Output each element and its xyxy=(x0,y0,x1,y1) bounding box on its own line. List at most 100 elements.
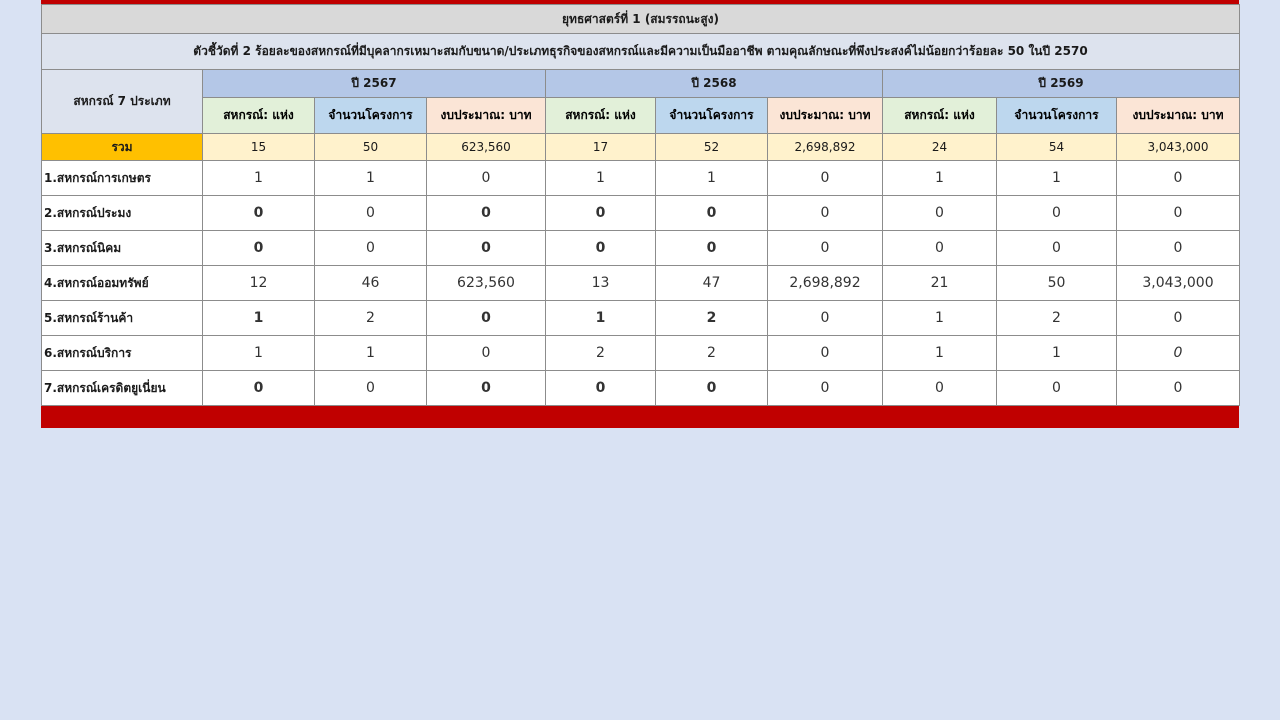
data-cell[interactable]: 0 xyxy=(767,300,883,336)
data-cell[interactable]: 47 xyxy=(655,265,768,301)
data-cell[interactable]: 1 xyxy=(545,300,656,336)
data-cell[interactable]: 0 xyxy=(1115,370,1241,406)
data-cell[interactable]: 0 xyxy=(767,230,883,266)
data-cell[interactable]: 46 xyxy=(314,265,427,301)
col-header-coops[interactable]: สหกรณ์: แห่ง xyxy=(882,97,997,134)
data-cell[interactable]: 0 xyxy=(655,195,768,231)
row-label[interactable]: 4.สหกรณ์ออมทรัพย์ xyxy=(41,265,203,301)
data-cell[interactable]: 2 xyxy=(996,300,1117,336)
year-header-2567[interactable]: ปี 2567 xyxy=(202,69,546,98)
col-header-coops[interactable]: สหกรณ์: แห่ง xyxy=(545,97,656,134)
col-header-coops[interactable]: สหกรณ์: แห่ง xyxy=(202,97,315,134)
total-cell[interactable]: 15 xyxy=(202,133,315,161)
data-cell[interactable]: 2,698,892 xyxy=(767,265,883,301)
data-cell[interactable]: 1 xyxy=(996,160,1117,196)
col-header-projects[interactable]: จำนวนโครงการ xyxy=(314,97,427,134)
data-cell[interactable]: 1 xyxy=(202,335,315,371)
row-label[interactable]: 6.สหกรณ์บริการ xyxy=(41,335,203,371)
data-cell[interactable]: 0 xyxy=(202,370,315,406)
data-cell[interactable]: 0 xyxy=(426,335,546,371)
data-cell[interactable]: 0 xyxy=(1115,230,1241,266)
data-cell[interactable]: 12 xyxy=(202,265,315,301)
data-cell[interactable]: 0 xyxy=(545,370,656,406)
data-cell[interactable]: 13 xyxy=(545,265,656,301)
data-cell[interactable]: 50 xyxy=(996,265,1117,301)
total-cell[interactable]: 17 xyxy=(545,133,656,161)
data-cell[interactable]: 1 xyxy=(314,335,427,371)
data-cell[interactable]: 2 xyxy=(545,335,656,371)
row-label[interactable]: 1.สหกรณ์การเกษตร xyxy=(41,160,203,196)
table-title[interactable]: ยุทธศาสตร์ที่ 1 (สมรรถนะสูง) xyxy=(40,4,1241,34)
year-header-2568[interactable]: ปี 2568 xyxy=(545,69,883,98)
data-cell[interactable]: 0 xyxy=(882,370,997,406)
data-cell[interactable]: 1 xyxy=(655,160,768,196)
data-cell[interactable]: 0 xyxy=(996,230,1117,266)
total-cell[interactable]: 54 xyxy=(996,133,1117,161)
data-cell[interactable]: 0 xyxy=(1115,195,1241,231)
data-cell[interactable]: 0 xyxy=(655,230,768,266)
data-cell[interactable]: 0 xyxy=(1115,160,1241,196)
col-header-projects[interactable]: จำนวนโครงการ xyxy=(996,97,1117,134)
data-cell[interactable]: 1 xyxy=(314,160,427,196)
row-label[interactable]: 3.สหกรณ์นิคม xyxy=(41,230,203,266)
total-cell[interactable]: 2,698,892 xyxy=(767,133,883,161)
year-header-2569[interactable]: ปี 2569 xyxy=(881,69,1241,98)
data-cell[interactable]: 2 xyxy=(655,335,768,371)
data-cell[interactable]: 623,560 xyxy=(426,265,546,301)
total-cell[interactable]: 3,043,000 xyxy=(1115,133,1241,161)
data-table: ยุทธศาสตร์ที่ 1 (สมรรถนะสูง) ตัวชี้วัดที… xyxy=(40,4,1241,406)
data-cell[interactable]: 1 xyxy=(882,160,997,196)
data-cell[interactable]: 0 xyxy=(1115,335,1241,371)
data-cell[interactable]: 0 xyxy=(426,230,546,266)
table-subtitle[interactable]: ตัวชี้วัดที่ 2 ร้อยละของสหกรณ์ที่มีบุคลา… xyxy=(40,33,1241,70)
total-cell[interactable]: 52 xyxy=(655,133,768,161)
total-cell[interactable]: 50 xyxy=(314,133,427,161)
data-cell[interactable]: 0 xyxy=(426,195,546,231)
data-cell[interactable]: 1 xyxy=(202,160,315,196)
col-header-projects[interactable]: จำนวนโครงการ xyxy=(655,97,768,134)
data-cell[interactable]: 3,043,000 xyxy=(1115,265,1241,301)
data-cell[interactable]: 0 xyxy=(882,230,997,266)
data-cell[interactable]: 2 xyxy=(655,300,768,336)
table-row: 1.สหกรณ์การเกษตร 1 1 0 1 1 0 1 1 0 xyxy=(41,160,1241,196)
total-cell[interactable]: 623,560 xyxy=(426,133,546,161)
row-label[interactable]: 5.สหกรณ์ร้านค้า xyxy=(41,300,203,336)
data-cell[interactable]: 0 xyxy=(314,230,427,266)
col-header-budget[interactable]: งบประมาณ: บาท xyxy=(767,97,883,134)
table-row: 5.สหกรณ์ร้านค้า 1 2 0 1 2 0 1 2 0 xyxy=(41,300,1241,336)
data-cell[interactable]: 0 xyxy=(202,195,315,231)
data-cell[interactable]: 1 xyxy=(882,335,997,371)
data-cell[interactable]: 0 xyxy=(314,370,427,406)
data-cell[interactable]: 2 xyxy=(314,300,427,336)
data-cell[interactable]: 0 xyxy=(426,300,546,336)
data-cell[interactable]: 0 xyxy=(202,230,315,266)
category-header[interactable]: สหกรณ์ 7 ประเภท xyxy=(41,69,203,134)
data-cell[interactable]: 0 xyxy=(426,370,546,406)
col-header-budget[interactable]: งบประมาณ: บาท xyxy=(1115,97,1241,134)
data-cell[interactable]: 1 xyxy=(996,335,1117,371)
row-label[interactable]: 2.สหกรณ์ประมง xyxy=(41,195,203,231)
data-cell[interactable]: 0 xyxy=(655,370,768,406)
total-row: รวม 15 50 623,560 17 52 2,698,892 24 54 … xyxy=(41,133,1241,161)
data-cell[interactable]: 1 xyxy=(882,300,997,336)
data-cell[interactable]: 0 xyxy=(767,370,883,406)
data-cell[interactable]: 0 xyxy=(545,230,656,266)
table-row: 7.สหกรณ์เครดิตยูเนี่ยน 0 0 0 0 0 0 0 0 0 xyxy=(41,370,1241,406)
data-cell[interactable]: 0 xyxy=(545,195,656,231)
data-cell[interactable]: 1 xyxy=(545,160,656,196)
data-cell[interactable]: 1 xyxy=(202,300,315,336)
data-cell[interactable]: 0 xyxy=(767,195,883,231)
data-cell[interactable]: 0 xyxy=(1115,300,1241,336)
data-cell[interactable]: 21 xyxy=(882,265,997,301)
row-label[interactable]: 7.สหกรณ์เครดิตยูเนี่ยน xyxy=(41,370,203,406)
data-cell[interactable]: 0 xyxy=(882,195,997,231)
data-cell[interactable]: 0 xyxy=(767,335,883,371)
col-header-budget[interactable]: งบประมาณ: บาท xyxy=(426,97,546,134)
data-cell[interactable]: 0 xyxy=(996,370,1117,406)
data-cell[interactable]: 0 xyxy=(314,195,427,231)
data-cell[interactable]: 0 xyxy=(767,160,883,196)
total-label[interactable]: รวม xyxy=(41,133,203,161)
data-cell[interactable]: 0 xyxy=(996,195,1117,231)
data-cell[interactable]: 0 xyxy=(426,160,546,196)
total-cell[interactable]: 24 xyxy=(882,133,997,161)
